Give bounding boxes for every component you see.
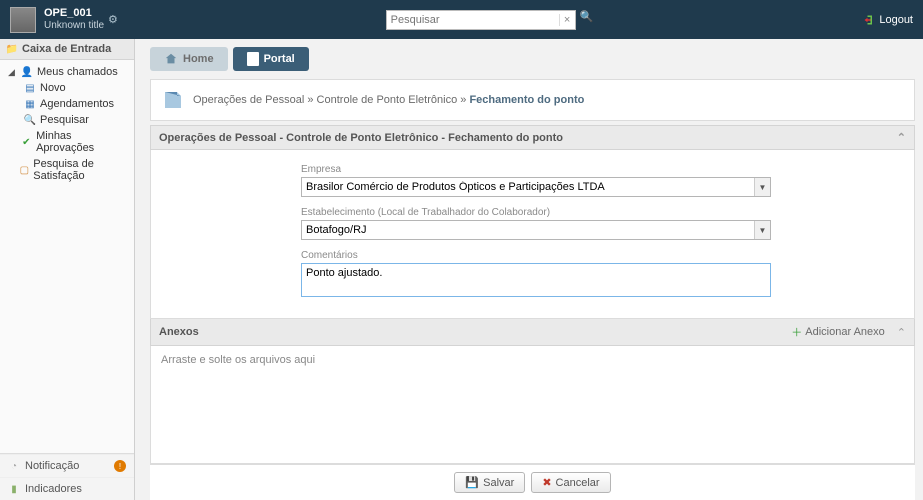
footer-actions: 💾 Salvar ✖ Cancelar bbox=[150, 464, 915, 500]
user-title: Unknown title bbox=[44, 20, 104, 32]
empresa-label: Empresa bbox=[301, 164, 771, 175]
estabelecimento-select[interactable]: ▼ bbox=[301, 220, 771, 240]
calendar-icon: ▦ bbox=[24, 98, 36, 110]
sidebar-footer-notification[interactable]: ◔ Notificação ! bbox=[0, 454, 134, 477]
inbox-icon: 📁 bbox=[6, 43, 18, 55]
content: Home Portal Operações de Pessoal » Contr… bbox=[135, 39, 923, 500]
sidebar-item-search[interactable]: 🔍 Pesquisar bbox=[2, 112, 132, 128]
panel-header: Operações de Pessoal - Controle de Ponto… bbox=[150, 125, 915, 150]
tab-portal[interactable]: Portal bbox=[233, 47, 309, 71]
logout-button[interactable]: Logout bbox=[863, 14, 913, 26]
sidebar: 📁 Caixa de Entrada ◢ 👤 Meus chamados ▤ N… bbox=[0, 39, 135, 500]
top-bar: OPE_001 Unknown title ⚙ × 🔍 Logout bbox=[0, 0, 923, 39]
sidebar-header: 📁 Caixa de Entrada bbox=[0, 39, 134, 60]
search-input[interactable] bbox=[387, 12, 559, 28]
bars-icon: ▮ bbox=[8, 483, 20, 495]
search-icon[interactable]: 🔍 bbox=[578, 10, 596, 28]
sidebar-item-new[interactable]: ▤ Novo bbox=[2, 80, 132, 96]
estabelecimento-label: Estabelecimento (Local de Trabalhador do… bbox=[301, 207, 771, 218]
chevron-down-icon[interactable]: ▼ bbox=[754, 178, 770, 196]
notification-badge: ! bbox=[114, 460, 126, 472]
empresa-input[interactable] bbox=[302, 178, 754, 196]
anexos-title: Anexos bbox=[159, 326, 199, 338]
empresa-select[interactable]: ▼ bbox=[301, 177, 771, 197]
close-icon: ✖ bbox=[542, 476, 551, 489]
breadcrumb-link-1[interactable]: Operações de Pessoal bbox=[193, 94, 304, 106]
magnifier-icon: 🔍 bbox=[24, 114, 36, 126]
user-name: OPE_001 bbox=[44, 7, 104, 20]
comentarios-input[interactable] bbox=[301, 263, 771, 297]
comentarios-label: Comentários bbox=[301, 250, 771, 261]
clear-icon[interactable]: × bbox=[559, 14, 575, 26]
estabelecimento-input[interactable] bbox=[302, 221, 754, 239]
home-icon bbox=[164, 52, 178, 66]
drop-zone[interactable]: Arraste e solte os arquivos aqui bbox=[150, 346, 915, 464]
breadcrumb-current: Fechamento do ponto bbox=[469, 94, 584, 106]
sidebar-item-schedules[interactable]: ▦ Agendamentos bbox=[2, 96, 132, 112]
logout-label: Logout bbox=[879, 14, 913, 26]
sidebar-item-my-tickets[interactable]: ◢ 👤 Meus chamados bbox=[2, 64, 132, 80]
search-box: × bbox=[386, 10, 576, 30]
panel-title: Operações de Pessoal - Controle de Ponto… bbox=[159, 132, 563, 144]
plus-icon: ＋ bbox=[791, 324, 802, 340]
panel-body: Empresa ▼ Estabelecimento (Local de Trab… bbox=[150, 150, 915, 319]
collapse-icon[interactable]: ⌃ bbox=[897, 131, 906, 144]
cancel-button[interactable]: ✖ Cancelar bbox=[531, 472, 610, 493]
sidebar-footer-indicators[interactable]: ▮ Indicadores bbox=[0, 477, 134, 500]
check-icon: ✔ bbox=[21, 136, 32, 148]
breadcrumb: Operações de Pessoal » Controle de Ponto… bbox=[150, 79, 915, 121]
gear-icon[interactable]: ⚙ bbox=[108, 13, 118, 26]
disk-icon: 💾 bbox=[465, 476, 479, 489]
document-icon bbox=[247, 52, 259, 66]
chevron-down-icon[interactable]: ▼ bbox=[754, 221, 770, 239]
breadcrumb-icon bbox=[161, 88, 185, 112]
person-icon: 👤 bbox=[21, 66, 33, 78]
save-button[interactable]: 💾 Salvar bbox=[454, 472, 525, 493]
collapse-icon[interactable]: ⌃ bbox=[897, 326, 906, 339]
user-block: OPE_001 Unknown title ⚙ bbox=[10, 7, 118, 33]
breadcrumb-link-2[interactable]: Controle de Ponto Eletrônico bbox=[317, 94, 458, 106]
sidebar-item-survey[interactable]: ▢ Pesquisa de Satisfação bbox=[2, 156, 132, 184]
avatar bbox=[10, 7, 36, 33]
file-icon: ▤ bbox=[24, 82, 36, 94]
tab-home[interactable]: Home bbox=[150, 47, 228, 71]
add-attachment-button[interactable]: ＋ Adicionar Anexo bbox=[791, 324, 885, 340]
sidebar-item-approvals[interactable]: ✔ Minhas Aprovações bbox=[2, 128, 132, 156]
bell-icon: ◔ bbox=[8, 460, 20, 472]
tree-toggle-icon[interactable]: ◢ bbox=[8, 67, 17, 78]
anexos-header: Anexos ＋ Adicionar Anexo ⌃ bbox=[150, 319, 915, 346]
clipboard-icon: ▢ bbox=[19, 164, 29, 176]
